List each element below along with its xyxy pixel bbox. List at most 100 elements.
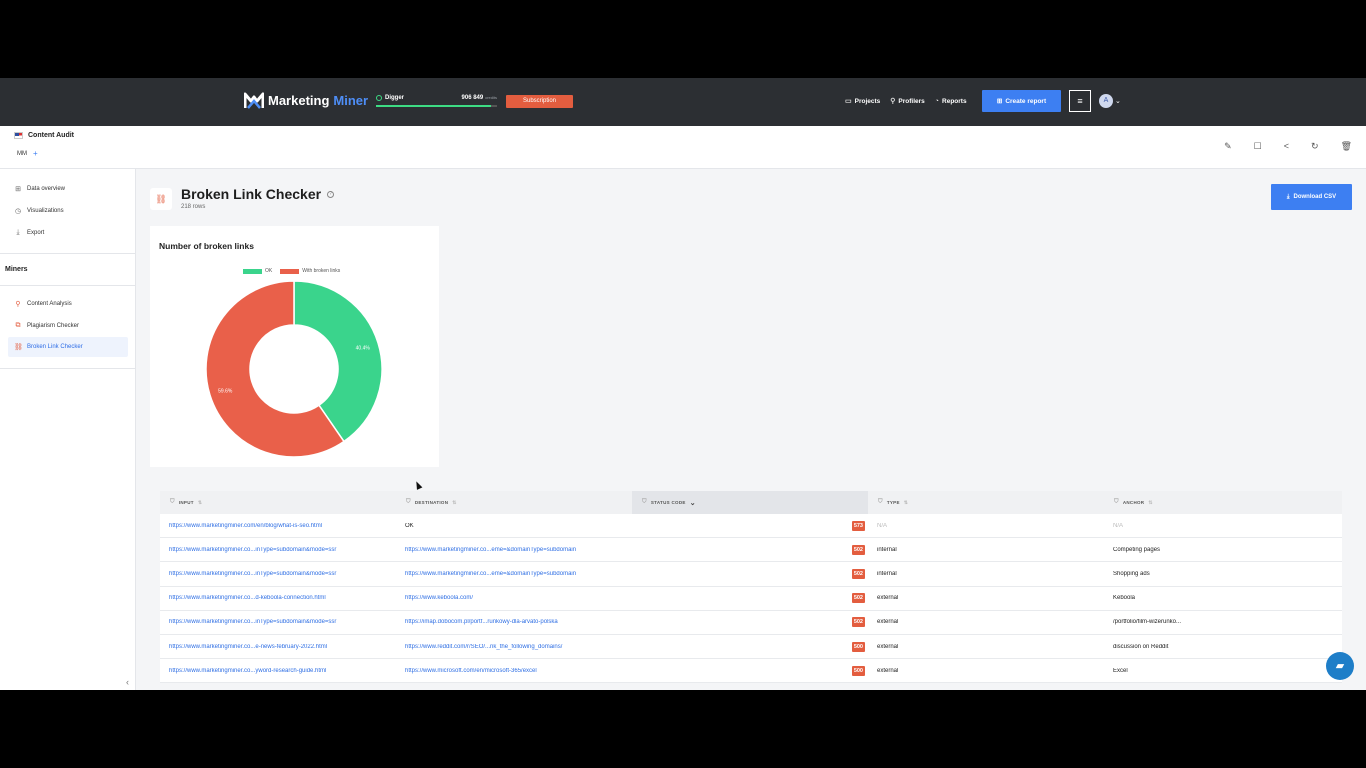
brand-name-part1: Marketing [268,93,330,108]
cell-type: internal [877,546,897,553]
column-header-type[interactable]: ⛉ TYPE ⇅ [868,491,1104,514]
plan-credits-widget[interactable]: Digger 906 849 credits [376,95,497,107]
sidebar-item-label: Visualizations [27,208,64,214]
cell-anchor: /portfolio/film-wizerunko... [1113,619,1182,626]
chevron-down-icon: ⌄ [1115,98,1121,105]
project-actions: ✎ ☐ < ↻ 🗑 [1224,141,1352,152]
app-screen: Marketing Miner Digger 906 849 credits Su… [0,78,1366,690]
results-table: ⛉ INPUT ⇅ ⛉ DESTINATION ⇅ ⛉ STATUS CODE ⌄ ⛉ TYP… [160,491,1342,684]
collapse-sidebar-icon[interactable]: ‹ [126,677,129,687]
sidebar-item-label: Data overview [27,186,66,192]
cell-anchor: Competing pages [1113,546,1161,553]
download-csv-button[interactable]: ⤓ Download CSV [1271,184,1352,210]
hamburger-menu-button[interactable]: ≡ [1069,90,1091,112]
grid-icon: ⊞ [15,186,21,193]
sidebar-item-broken-link-checker[interactable]: ⛓ Broken Link Checker [8,337,128,357]
reports-icon: ◔ [934,97,940,105]
sort-icon: ⇅ [903,499,909,506]
cell-input-link[interactable]: https://www.marketingminer.co...inType=s… [160,571,396,577]
cell-input-link[interactable]: https://www.marketingminer.co...inType=s… [160,547,396,553]
status-badge: 502 [851,568,865,579]
table-row[interactable]: https://www.marketingminer.co...inType=s… [160,562,1342,587]
nav-projects[interactable]: ▭ Projects [845,97,881,106]
table-row[interactable]: https://www.marketingminer.co...inType=s… [160,538,1342,563]
info-icon[interactable]: ? [327,190,335,198]
sidebar-item-label: Content Analysis [27,301,72,307]
cell-anchor: N/A [1113,522,1124,529]
miners-heading: Miners [5,266,28,273]
sidebar: ⊞ Data overview ◷ Visualizations ⤓ Export M… [0,169,136,690]
status-badge: 502 [851,593,865,604]
column-header-input[interactable]: ⛉ INPUT ⇅ [160,491,396,514]
refresh-icon[interactable]: ↻ [1311,141,1319,152]
table-row[interactable]: https://www.marketingminer.co...e-news-f… [160,634,1342,660]
column-header-label: TYPE [886,500,900,505]
column-header-label: ANCHOR [1122,500,1145,505]
add-tag-button[interactable]: + [33,149,38,158]
cell-input-link[interactable]: https://www.marketingminer.co...e-news-f… [160,644,396,650]
nav-projects-label: Projects [854,97,881,105]
table-row[interactable]: https://www.marketingminer.co...yword-re… [160,659,1342,684]
user-menu[interactable]: A ⌄ [1099,94,1121,108]
column-header-label: INPUT [178,500,194,505]
sidebar-divider [0,368,136,369]
subscription-button[interactable]: Subscription [506,95,573,108]
trash-icon[interactable]: 🗑 [1341,141,1352,152]
mouse-cursor [413,480,423,490]
main-nav: ▭ Projects ⚲ Profilers ◔ Reports [845,97,967,106]
broken-links-chart-card: Number of broken links OK With broken li… [150,226,439,467]
sidebar-item-data-overview[interactable]: ⊞ Data overview [8,179,128,199]
project-title-row[interactable]: Content Audit [14,132,74,139]
flag-icon [14,132,23,139]
cell-status-code: 573 [632,520,868,531]
cell-destination-link[interactable]: https://www.keboola.com/ [396,595,632,601]
cell-anchor: Shopping ads [1113,570,1150,577]
cell-destination-link[interactable]: https://www.reddit.com/r/SEO/...nk_the_f… [396,644,632,650]
cell-destination-link[interactable]: https://www.microsoft.com/en/microsoft-3… [396,668,632,674]
cell-destination-link[interactable]: https://imap.dobocom.pl/portf...runkowy-… [396,619,632,625]
project-tags: MM + [17,149,38,158]
status-badge: 502 [851,617,865,628]
share-icon[interactable]: < [1284,141,1289,152]
table-row[interactable]: https://www.marketingminer.com/en/blog/w… [160,514,1342,539]
table-row[interactable]: https://www.marketingminer.co...d-kebool… [160,586,1342,611]
sort-icon: ⇅ [197,499,203,506]
cell-destination-link[interactable]: https://www.marketingminer.co...eme=&dom… [396,571,632,577]
sidebar-item-export[interactable]: ⤓ Export [8,223,128,243]
table-header: ⛉ INPUT ⇅ ⛉ DESTINATION ⇅ ⛉ STATUS CODE ⌄ ⛉ TYP… [160,491,1342,514]
nav-profilers[interactable]: ⚲ Profilers [890,97,925,106]
folder-icon: ▭ [845,98,852,105]
sidebar-item-visualizations[interactable]: ◷ Visualizations [8,201,128,221]
column-header-destination[interactable]: ⛉ DESTINATION ⇅ [396,491,632,514]
brand-logo[interactable]: Marketing Miner [244,92,368,109]
plan-name: Digger [385,95,405,101]
filter-icon: ⛉ [1114,499,1119,505]
avatar: A [1099,94,1113,108]
plan-status-icon [376,95,382,101]
sort-icon: ⇅ [1148,499,1153,506]
donut-chart: 40.4% 59.6% [205,280,383,458]
logo-mark-icon [244,92,264,109]
cell-destination-link[interactable]: https://www.marketingminer.co...eme=&dom… [396,547,632,553]
filter-icon: ⛉ [170,499,175,505]
table-row[interactable]: https://www.marketingminer.co...inType=s… [160,610,1342,635]
column-header-anchor[interactable]: ⛉ ANCHOR ⇅ [1104,491,1342,514]
nav-reports[interactable]: ◔ Reports [935,97,967,105]
brand-name-part2: Miner [333,93,369,108]
cell-input-link[interactable]: https://www.marketingminer.co...inType=s… [160,619,396,625]
project-title: Content Audit [28,132,75,139]
credits-progress-fill [376,105,491,107]
chat-support-button[interactable]: ▰ [1326,652,1354,680]
cell-input-link[interactable]: https://www.marketingminer.co...yword-re… [160,668,396,674]
status-badge: 500 [851,665,865,676]
sidebar-item-plagiarism-checker[interactable]: ⧉ Plagiarism Checker [8,316,128,336]
cell-input-link[interactable]: https://www.marketingminer.com/en/blog/w… [160,523,396,529]
edit-icon[interactable]: ☐ [1254,141,1262,152]
column-header-status-code[interactable]: ⛉ STATUS CODE ⌄ [632,491,868,514]
sidebar-item-content-analysis[interactable]: ⚲ Content Analysis [8,294,128,314]
project-tag[interactable]: MM [17,151,27,157]
cell-input-link[interactable]: https://www.marketingminer.co...d-kebool… [160,595,396,601]
credits-value: 906 849 [461,95,484,101]
pin-icon[interactable]: ✎ [1224,141,1232,152]
create-report-button[interactable]: ⊞ Create report [982,90,1061,112]
